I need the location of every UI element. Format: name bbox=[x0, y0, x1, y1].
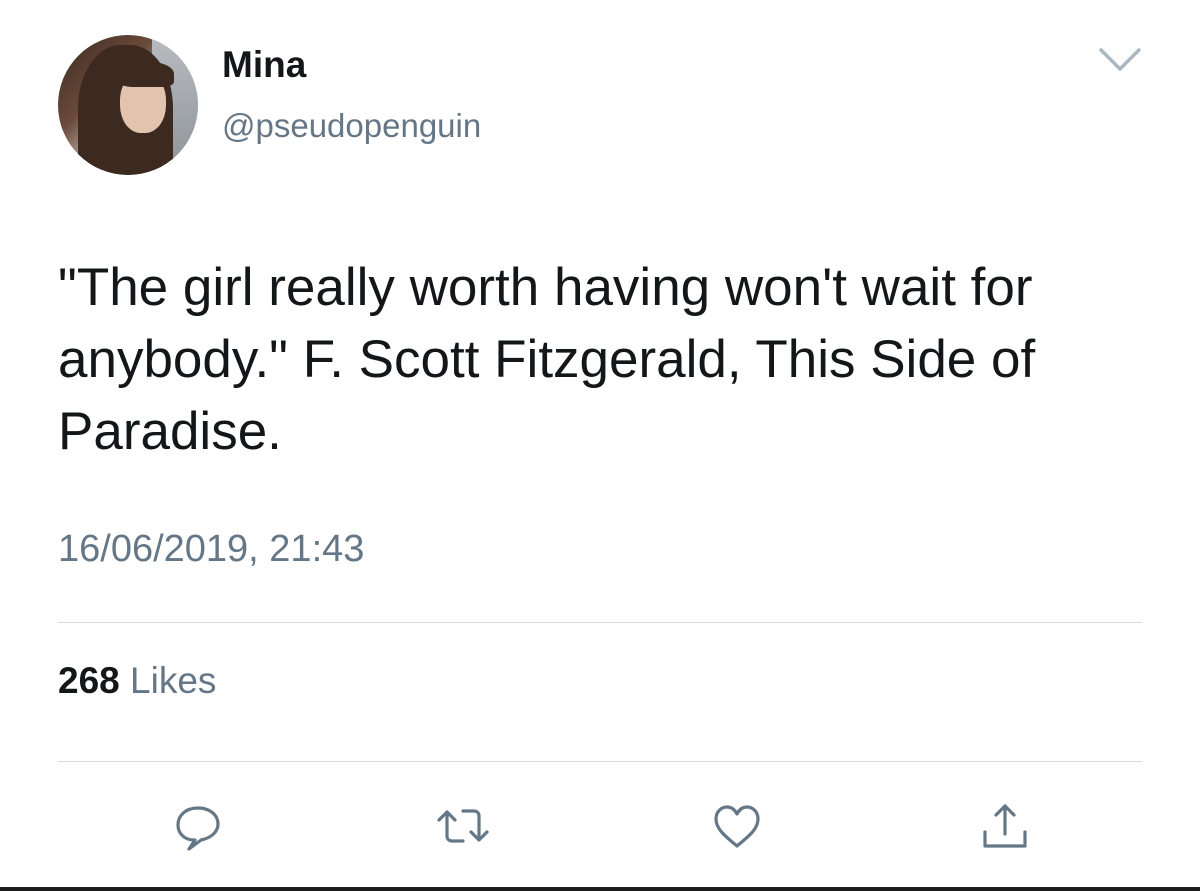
tweet-timestamp[interactable]: 16/06/2019, 21:43 bbox=[58, 528, 364, 571]
share-icon[interactable] bbox=[975, 796, 1035, 856]
bottom-edge bbox=[0, 887, 1200, 891]
reply-icon[interactable] bbox=[168, 796, 228, 856]
likes-label: Likes bbox=[130, 660, 217, 701]
author-handle[interactable]: @pseudopenguin bbox=[222, 107, 481, 145]
divider-top bbox=[58, 622, 1142, 623]
retweet-icon[interactable] bbox=[433, 796, 493, 856]
heart-icon[interactable] bbox=[707, 796, 767, 856]
likes-count: 268 bbox=[58, 660, 120, 701]
tweet-text: "The girl really worth having won't wait… bbox=[58, 258, 1036, 461]
author-name[interactable]: Mina bbox=[222, 44, 306, 86]
chevron-down-icon[interactable] bbox=[1098, 44, 1142, 74]
divider-bottom bbox=[58, 761, 1142, 762]
avatar-bangs bbox=[116, 61, 174, 87]
avatar[interactable] bbox=[58, 35, 198, 175]
likes-stat[interactable]: 268 Likes bbox=[58, 660, 216, 702]
